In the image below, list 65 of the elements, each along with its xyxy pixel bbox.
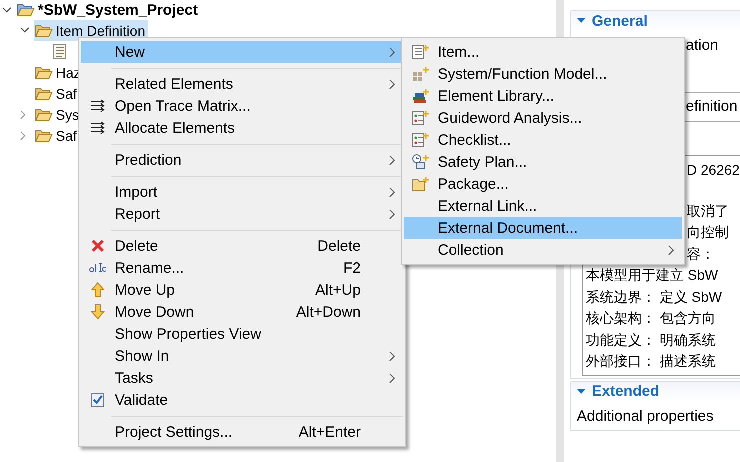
menu-item[interactable]: Item... (404, 41, 682, 63)
description-line: 外部接口： 描述系统 (586, 353, 716, 369)
folder-icon (17, 3, 35, 17)
document-icon (53, 44, 67, 60)
clipboard-check-icon (91, 392, 105, 408)
menu-item[interactable]: Move Down Alt+Down (81, 301, 403, 323)
menu-item[interactable]: Rename... F2 (81, 257, 403, 279)
folder-icon (35, 128, 53, 142)
description-line: 功能定义： 明确系统 (586, 332, 716, 348)
property-label: ation (686, 37, 719, 54)
rename-icon (89, 262, 107, 274)
shortcut-label: Alt+Enter (298, 424, 362, 440)
description-line: 取消了 (687, 202, 729, 218)
delete-icon (91, 239, 105, 253)
down-arrow-icon (91, 304, 105, 320)
new-model-icon (412, 66, 430, 82)
clock-plan-icon (412, 154, 430, 170)
description-line: 本模型用于建立 SbW (586, 267, 718, 283)
trace-arrows-icon (90, 99, 106, 113)
folder-icon (35, 86, 53, 100)
tree-item[interactable]: Saf (34, 125, 80, 146)
new-list-icon (412, 132, 430, 148)
new-document-icon (412, 44, 430, 60)
menu-item[interactable]: Delete Delete (81, 235, 403, 257)
menu-item[interactable]: System/Function Model... (404, 63, 682, 85)
menu-item[interactable]: Checklist... (404, 129, 682, 151)
collapse-arrow-icon[interactable] (577, 388, 586, 394)
shortcut-label: Alt+Up (316, 282, 362, 298)
description-line: 核心架构： 包含方向 (586, 310, 716, 326)
tree-item[interactable]: Sys (34, 104, 82, 125)
trace-arrows-icon (90, 121, 106, 135)
menu-item[interactable]: External Document... (404, 217, 682, 239)
new-list-icon (412, 110, 430, 126)
folder-icon (35, 66, 53, 80)
collapse-arrow-icon[interactable] (577, 18, 586, 24)
property-label: Additional properties (577, 408, 714, 424)
folder-icon (35, 24, 53, 38)
up-arrow-icon (91, 282, 105, 298)
menu-item[interactable]: Validate (81, 389, 403, 411)
description-line: 容： (687, 246, 715, 262)
menu-item[interactable]: Tasks (81, 367, 403, 389)
menu-item[interactable]: Element Library... (404, 85, 682, 107)
description-line: 系统边界： 定义 SbW (586, 288, 722, 304)
new-folder-icon (412, 176, 430, 192)
shortcut-label: Delete (318, 238, 362, 254)
folder-icon (35, 108, 53, 122)
tree-item[interactable]: *SbW_System_Project (16, 0, 202, 20)
menu-item[interactable]: Related Elements (81, 73, 403, 95)
menu-item[interactable]: Guideword Analysis... (404, 107, 682, 129)
menu-item[interactable]: Open Trace Matrix... (81, 95, 403, 117)
menu-item[interactable]: Report (81, 203, 403, 225)
books-icon (412, 88, 430, 104)
tree-item[interactable]: Saf (34, 83, 80, 104)
menu-item[interactable]: Show In (81, 345, 403, 367)
menu-item[interactable]: Allocate Elements (81, 117, 403, 139)
description-line: 向控制 (687, 224, 729, 240)
menu-item[interactable]: Move Up Alt+Up (81, 279, 403, 301)
menu-item[interactable]: New (81, 41, 403, 63)
menu-item[interactable]: Import (81, 181, 403, 203)
menu-item[interactable]: Project Settings... Alt+Enter (81, 421, 403, 443)
shortcut-label: Alt+Down (296, 304, 362, 320)
description-line: D 26262 (687, 162, 740, 178)
menu-item[interactable]: Prediction (81, 149, 403, 171)
shortcut-label: F2 (343, 260, 362, 276)
menu-item[interactable]: Show Properties View (81, 323, 403, 345)
